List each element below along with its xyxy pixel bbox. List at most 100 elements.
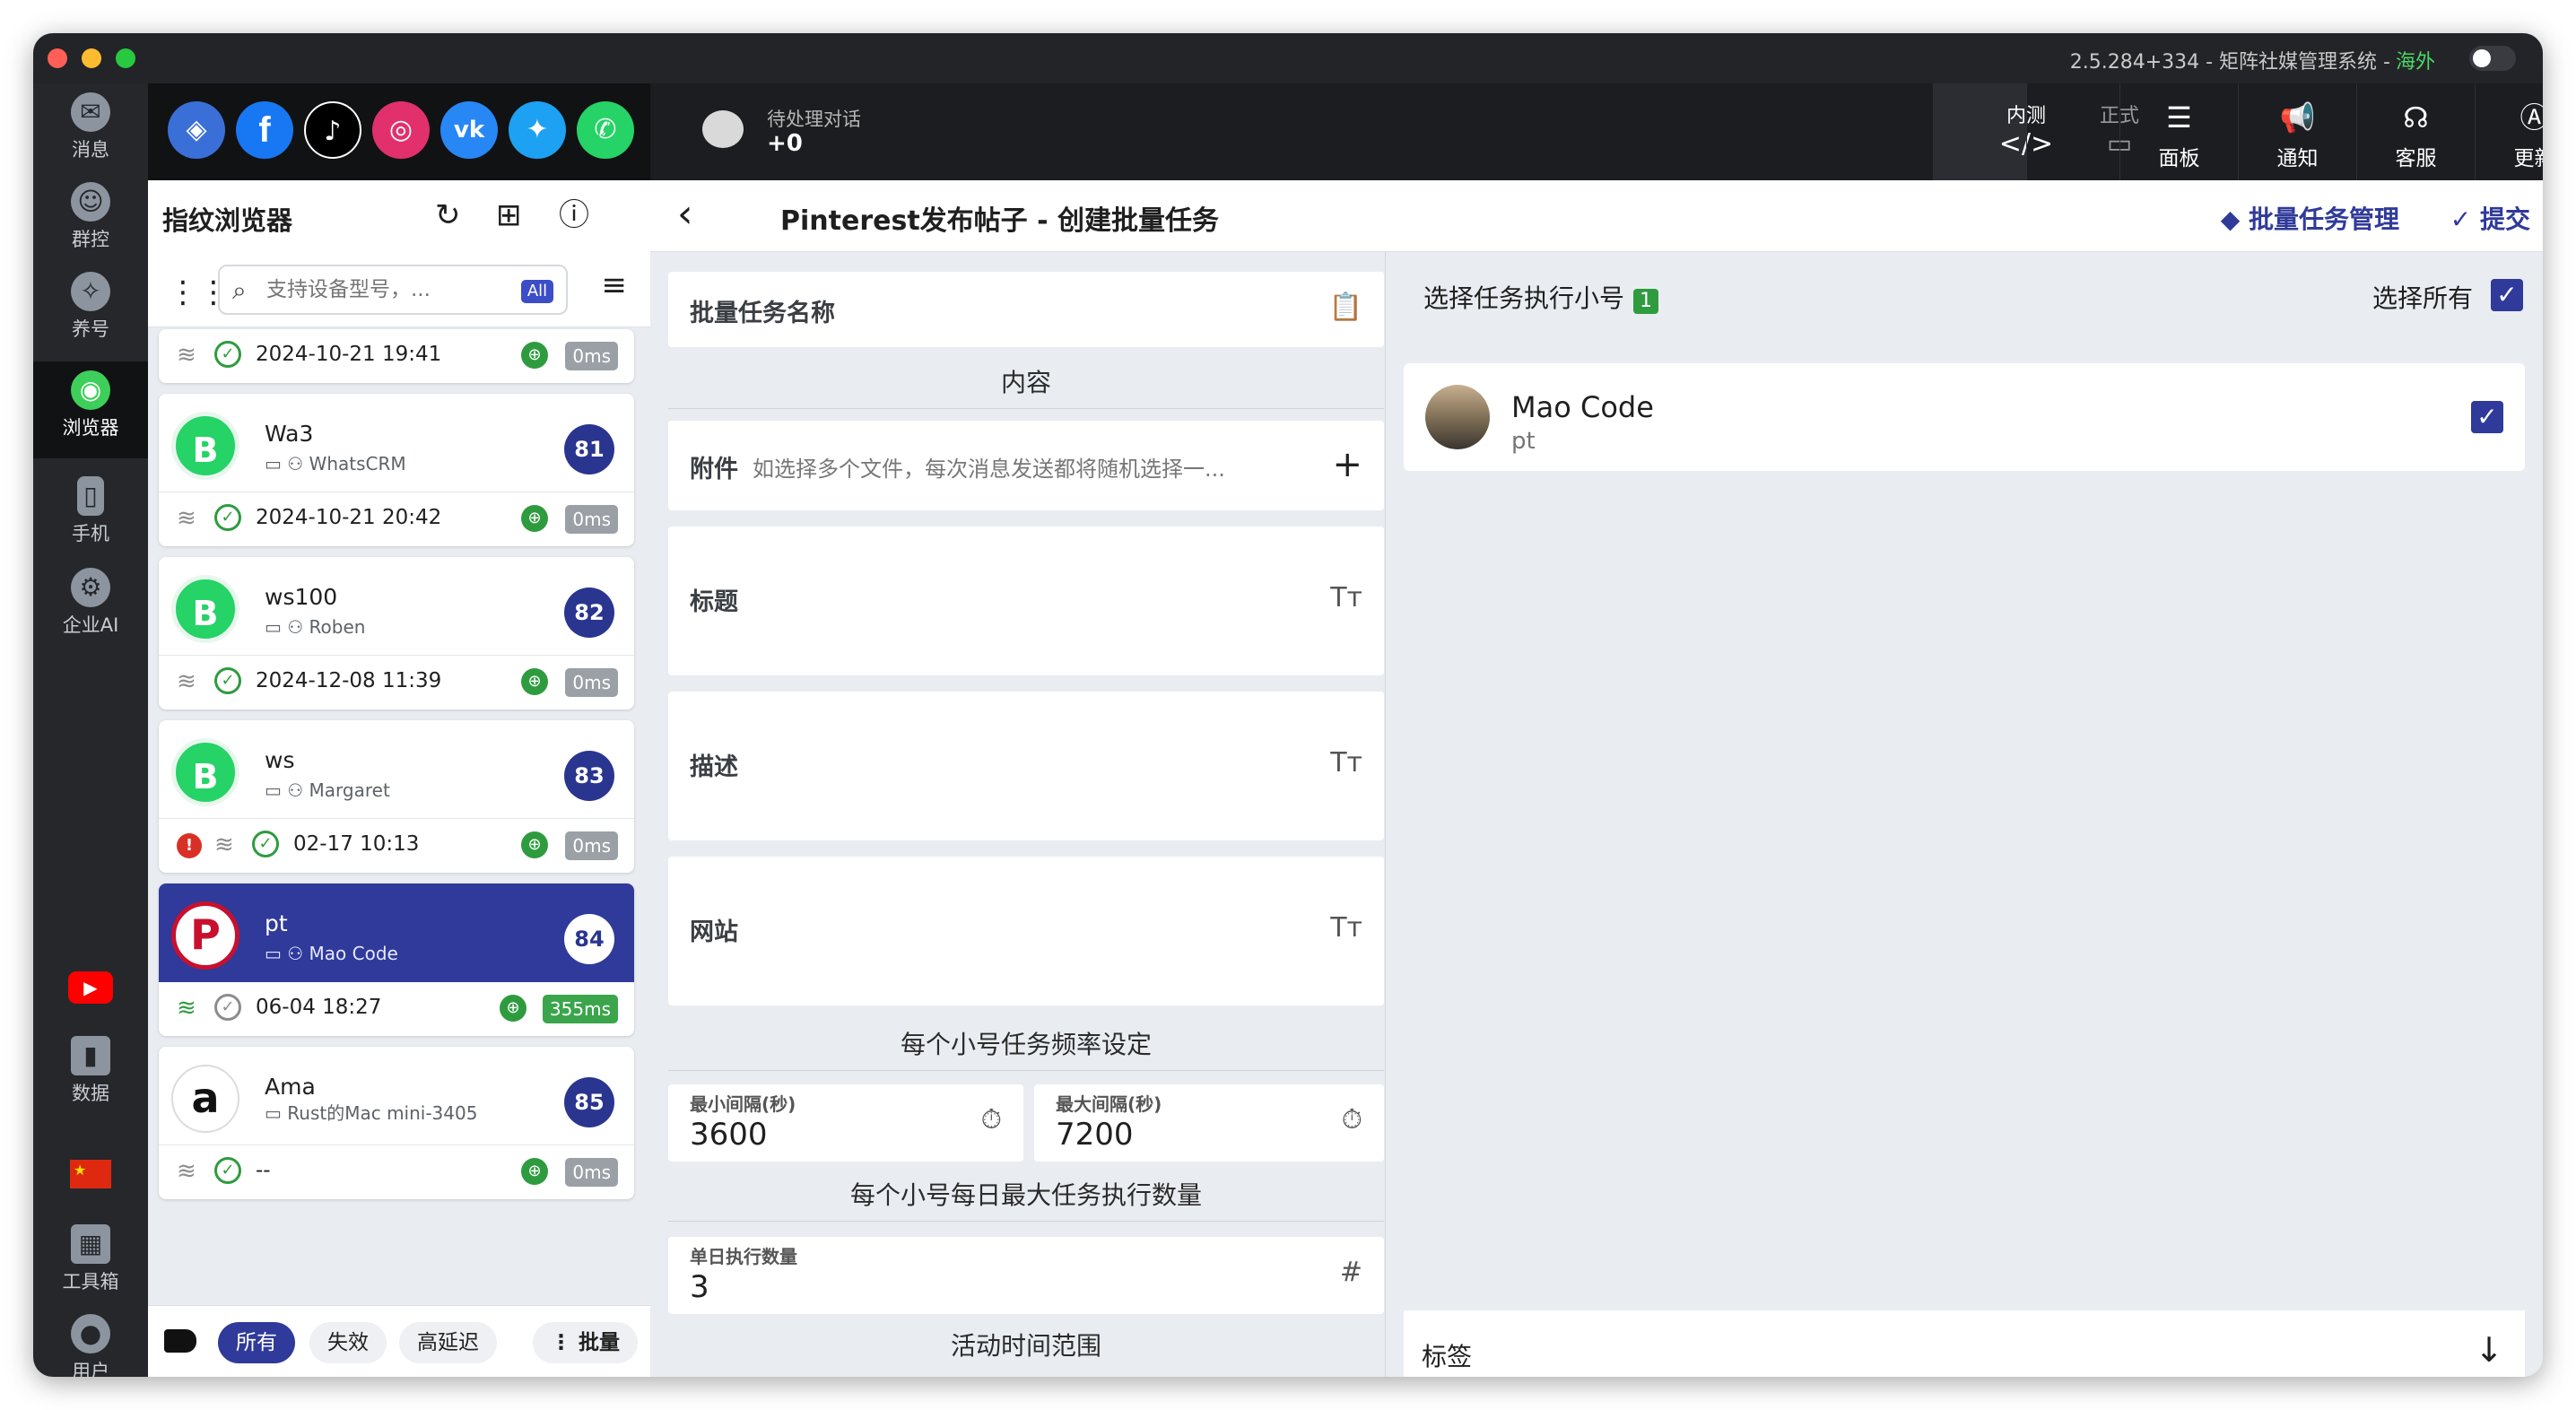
filter-high-latency-pill[interactable]: 高延迟 [399,1322,497,1363]
chat-bubble-icon[interactable] [702,110,744,148]
youtube-shortcut[interactable]: ▶ [33,971,148,1004]
card-number-badge: 85 [564,1077,614,1127]
maximize-window-button[interactable] [116,48,135,68]
select-all-checkbox[interactable]: ✓ [2491,279,2523,311]
filter-invalid-pill[interactable]: 失效 [309,1322,387,1363]
card-status-row: ≋ ✓ 2024-10-21 20:42 ⊕ 0ms [159,492,634,544]
max-interval-label: 最大间隔(秒) [1056,1093,1162,1115]
vk-icon[interactable]: vk [440,101,498,159]
browser-card-selected[interactable]: P pt ▭ ⚇ Mao Code 84 ≋ ✓ 06-04 18:27 ⊕ 3… [159,883,634,1036]
browser-card[interactable]: B Wa3 ▭ ⚇ WhatsCRM 81 ≋ ✓ 2024-10-21 20:… [159,394,634,546]
text-format-icon[interactable]: Tт [1330,582,1362,614]
card-status-row: ≋ ✓ 2024-12-08 11:39 ⊕ 0ms [159,656,634,708]
env-test-button[interactable]: 内测 </> [1933,83,2053,180]
card-header: B ws100 ▭ ⚇ Roben 82 [159,557,634,656]
refresh-icon[interactable]: ↻ [435,198,461,232]
instagram-icon[interactable]: ◎ [372,101,430,159]
browser-card[interactable]: B ws100 ▭ ⚇ Roben 82 ≋ ✓ 2024-12-08 11:3… [159,557,634,709]
panel-button[interactable]: ☰ 面板 [2119,83,2238,180]
tag-icon[interactable] [164,1329,196,1353]
nav-item-messages[interactable]: ✉ 消息 [33,83,148,173]
ai-icon: ⚙ [71,568,110,607]
website-field[interactable]: 网站 Tт [668,857,1384,1005]
check-icon: ✓ [252,831,279,857]
add-icon[interactable]: + [1332,444,1362,485]
nav-item-user[interactable]: ● 用户 [33,1305,148,1377]
daily-count-field[interactable]: 单日执行数量 3 # [668,1237,1384,1314]
nav-item-enterprise-ai[interactable]: ⚙ 企业AI [33,559,148,648]
notification-button[interactable]: 📢 通知 [2238,83,2356,180]
app-store-icon: Ⓐ [2519,100,2543,135]
batch-task-management-link[interactable]: ◆ 批量任务管理 [2221,200,2399,236]
tags-select[interactable]: 标签 ↓ [1404,1310,2525,1377]
task-name-field[interactable]: 批量任务名称 📋 [668,272,1384,347]
support-button[interactable]: ☊ 客服 [2356,83,2475,180]
language-selector[interactable]: ★ [33,1160,148,1188]
tags-label: 标签 [1422,1342,1473,1371]
account-selection-header: 选择任务执行小号 1 选择所有 ✓ [1386,252,2543,342]
card-owner: ▭ ⚇ Roben [265,616,365,638]
update-button[interactable]: Ⓐ 更新 [2475,83,2543,180]
content-section-title: 内容 [668,363,1384,409]
nav-item-data[interactable]: ▮ 数据 [33,1027,148,1117]
max-interval-field[interactable]: 最大间隔(秒) 7200 ⏱ [1034,1084,1384,1162]
attachment-hint: 如选择多个文件，每次消息发送都将随机选择一... [753,457,1225,482]
add-box-icon[interactable]: ⊞ [496,198,522,232]
nav-item-browser[interactable]: ◉ 浏览器 [33,361,148,458]
tiktok-icon[interactable]: ♪ [304,101,361,159]
custom-browser-icon[interactable]: ◈ [168,101,225,159]
phone-icon: ▯ [77,476,104,516]
sort-icon[interactable]: ≡ [602,270,628,300]
arrow-down-icon: ↓ [2475,1330,2503,1370]
attachment-label: 附件 [690,456,738,483]
account-checkbox[interactable]: ✓ [2471,401,2503,433]
description-field[interactable]: 描述 Tт [668,692,1384,840]
batch-button[interactable]: ⋮ 批量 [532,1322,638,1363]
laptop-icon: ▭ ⚇ [265,943,309,964]
min-interval-field[interactable]: 最小间隔(秒) 3600 ⏱ [668,1084,1023,1162]
left-nav: ✉ 消息 ☺ 群控 ✧ 养号 ◉ 浏览器 ▯ 手机 ⚙ 企业AI ▶ ▮ 数据 [33,83,148,1377]
filter-all-pill[interactable]: 所有 [218,1322,295,1363]
check-icon: ✓ [2450,205,2480,234]
nav-label: 企业AI [62,614,119,636]
account-nurture-icon: ✧ [71,272,110,311]
min-interval-label: 最小间隔(秒) [690,1093,796,1115]
info-icon[interactable]: ⓘ [559,198,589,232]
env-prod-button[interactable]: 正式 ▭ [2026,83,2139,180]
search-box[interactable]: ⌕ All [218,265,568,315]
layers-icon: ◆ [2220,205,2249,234]
min-interval-value: 3600 [690,1117,768,1153]
all-filter-badge[interactable]: All [521,280,553,303]
search-input[interactable] [266,275,509,304]
close-window-button[interactable] [48,48,67,68]
facebook-icon[interactable]: f [236,101,293,159]
clipboard-icon[interactable]: 📋 [1329,292,1362,323]
latency-badge: 0ms [565,668,618,697]
browser-card[interactable]: a Ama ▭ Rust的Mac mini-3405 85 ≋ ✓ -- ⊕ 0… [159,1047,634,1199]
attachment-field[interactable]: 附件 如选择多个文件，每次消息发送都将随机选择一... + [668,421,1384,510]
theme-toggle[interactable] [2469,46,2516,71]
twitter-icon[interactable]: ✦ [509,101,566,159]
browser-card[interactable]: B ws ▭ ⚇ Margaret 83 ! ≋ ✓ 02-17 10:13 ⊕… [159,720,634,873]
title-field[interactable]: 标题 Tт [668,527,1384,675]
card-number-badge: 83 [564,751,614,801]
latency-badge: 0ms [565,505,618,534]
card-owner-name: Roben [309,616,366,638]
nav-item-phone[interactable]: ▯ 手机 [33,467,148,557]
nav-item-toolbox[interactable]: ▦ 工具箱 [33,1215,148,1305]
browser-card[interactable]: ≋ ✓ 2024-10-21 19:41 ⊕ 0ms [159,329,634,383]
submit-button[interactable]: ✓ 提交 [2450,200,2530,236]
whatsapp-icon[interactable]: ✆ [577,101,634,159]
text-format-icon[interactable]: Tт [1330,747,1362,779]
daily-count-value: 3 [690,1269,709,1305]
back-arrow-icon[interactable]: ‹ [677,193,693,236]
pending-conversations-count: +0 [767,130,803,157]
minimize-window-button[interactable] [82,48,101,68]
latency-badge: 0ms [565,831,618,860]
hash-icon: # [1339,1257,1362,1288]
account-row[interactable]: Mao Code pt ✓ [1404,363,2525,471]
nav-item-account-nurture[interactable]: ✧ 养号 [33,263,148,352]
nav-item-group-control[interactable]: ☺ 群控 [33,173,148,263]
text-format-icon[interactable]: Tт [1330,912,1362,944]
wifi-icon: ≋ [214,831,234,858]
